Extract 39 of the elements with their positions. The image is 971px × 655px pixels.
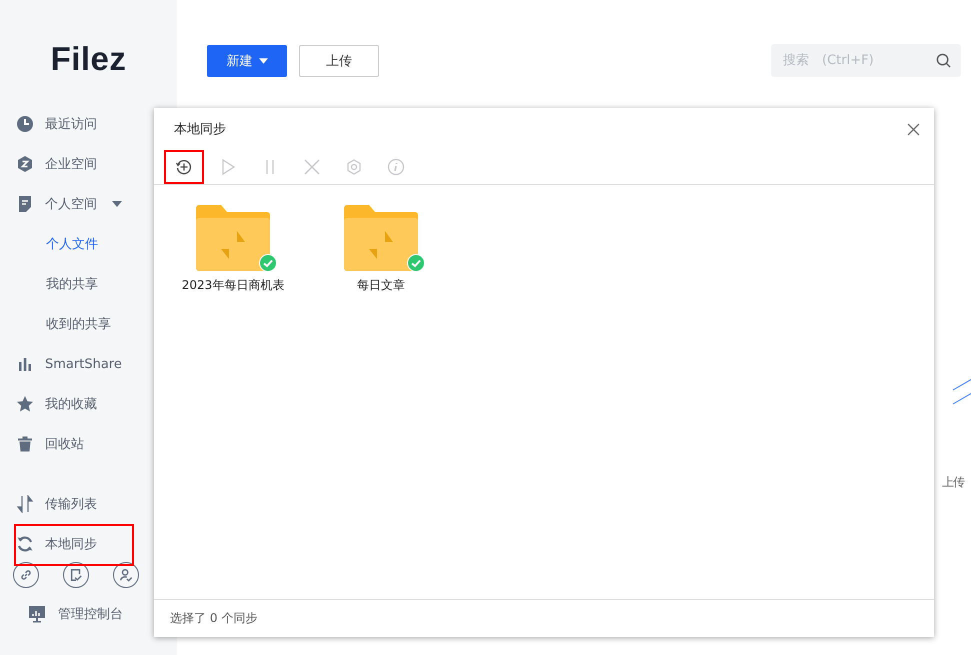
caret-icon (258, 58, 268, 64)
sidebar-item[interactable]: 个人空间 (0, 184, 122, 224)
sidebar-item[interactable]: 我的共享 (0, 264, 177, 304)
line-drawing (952, 377, 971, 405)
trash-icon (16, 435, 34, 453)
transfer-icon (16, 495, 34, 513)
search-field[interactable]: 搜索 (Ctrl+F) (771, 44, 961, 77)
sidebar-item[interactable]: 最近访问 (0, 104, 97, 144)
hexagon-icon (16, 155, 34, 173)
folder-name: 每日文章 (357, 277, 405, 294)
status-text: 选择了 0 个同步 (170, 610, 258, 627)
upload-button[interactable]: 上传 (299, 44, 379, 76)
folder-icon[interactable] (344, 205, 418, 271)
sidebar-item[interactable]: 个人文件 (0, 224, 177, 264)
sync-icon (16, 535, 34, 553)
monitor-icon (28, 605, 46, 623)
sidebar-item[interactable]: SmartShare (0, 344, 122, 384)
add-sync-icon[interactable] (164, 150, 204, 184)
search-icon (936, 53, 951, 68)
link-icon[interactable] (13, 562, 39, 588)
sidebar-item[interactable]: 回收站 (0, 424, 84, 464)
close-icon[interactable] (907, 122, 920, 136)
sidebar-item[interactable]: 收到的共享 (0, 304, 177, 344)
logo: Filez (50, 40, 126, 78)
sidebar-item[interactable]: 我的收藏 (0, 384, 97, 424)
new-button[interactable]: 新建 (207, 44, 287, 76)
star-icon (16, 395, 34, 413)
upload-hint-text: 上传 (942, 474, 964, 491)
user-check-icon[interactable] (113, 562, 139, 588)
bar-chart-icon (16, 355, 34, 373)
clock-icon (16, 115, 34, 133)
document-icon (16, 195, 34, 213)
sidebar-item[interactable]: 本地同步 (0, 524, 97, 564)
sidebar-item[interactable]: 传输列表 (0, 484, 97, 524)
folder-icon[interactable] (196, 205, 270, 271)
task-check-icon[interactable] (63, 562, 89, 588)
dialog-title: 本地同步 (174, 121, 226, 138)
folder-name: 2023年每日商机表 (182, 277, 284, 294)
sidebar-item[interactable]: 企业空间 (0, 144, 97, 184)
